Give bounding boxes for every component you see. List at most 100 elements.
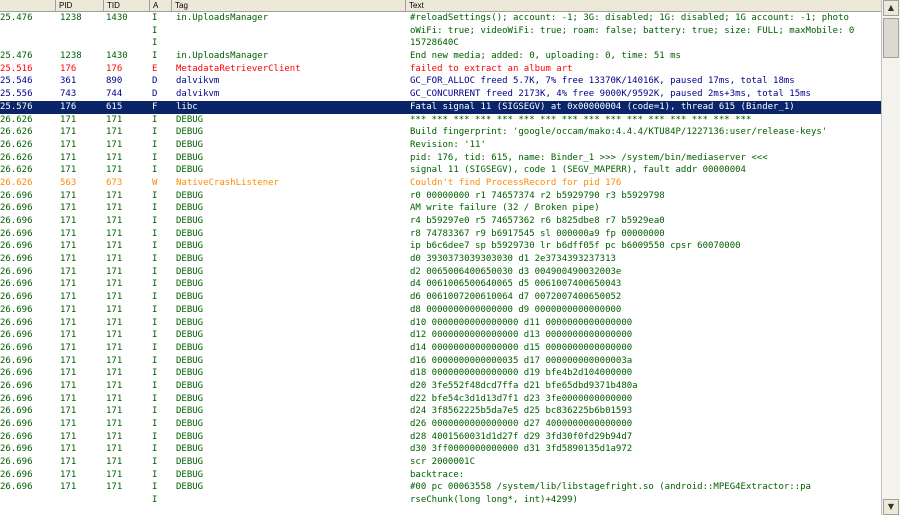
log-text: d12 0000000000000000 d13 000000000000000… [410, 330, 633, 341]
log-text: d26 0000000000000000 d27 400000000000000… [410, 419, 633, 429]
log-text: d24 3f8562225b5da7e5 d25 bc836225b6b0159… [410, 406, 633, 417]
log-pid: 171 [60, 216, 77, 226]
log-tid: 171 [106, 266, 123, 277]
table-row[interactable]: 26.626 171 171 I DEBUG signal 11 (SIGSEGV), c… [0, 164, 882, 177]
table-row[interactable]: 26.626 171 171 I DEBUG Revision: '11' [0, 139, 882, 152]
log-pid: 171 [60, 330, 77, 341]
log-pid: 171 [60, 419, 77, 429]
table-row[interactable]: 26.696 171 171 I DEBUG d16 0000000000000035 … [0, 355, 882, 368]
table-row[interactable]: 26.626 563 673 W NativeCrashListener Couldn't… [0, 177, 882, 190]
table-row[interactable]: 26.696 171 171 I DEBUG d30 3ff0000000000000 … [0, 443, 882, 456]
log-pid: 176 [60, 101, 77, 112]
log-tag: DEBUG [176, 482, 204, 493]
log-tag: DEBUG [176, 127, 204, 138]
table-row[interactable]: 26.696 171 171 I DEBUG scr 2000001C [0, 456, 882, 469]
log-time: 26.696 [0, 368, 33, 379]
log-tid: 171 [106, 355, 123, 366]
table-row[interactable]: 26.696 171 171 I DEBUG d2 0065006400650030 d… [0, 266, 882, 279]
table-row[interactable]: 26.696 171 171 I DEBUG ip b6c6dee7 sp b59297… [0, 240, 882, 253]
log-tag: DEBUG [176, 254, 204, 265]
table-row[interactable]: 26.696 171 171 I DEBUG d20 3fe552f48dcd7ffa … [0, 380, 882, 393]
log-level: I [152, 342, 158, 353]
table-row[interactable]: 26.696 171 171 I DEBUG d6 0061007200610064 d… [0, 291, 882, 304]
table-row[interactable]: 26.696 171 171 I DEBUG d8 0000000000000000 d… [0, 304, 882, 317]
table-row[interactable]: 26.696 171 171 I DEBUG d4 0061006500640065 d… [0, 278, 882, 291]
table-row[interactable]: 25.516 176 176 E MetadataRetrieverClient fail… [0, 63, 882, 76]
log-time: 26.696 [0, 317, 33, 328]
column-header-tid[interactable]: TID [104, 0, 150, 11]
table-row[interactable]: 25.546 361 890 Ddalvikvm GC_FOR_ALLOC freed … [0, 75, 882, 88]
table-row[interactable]: I 15728640C [0, 37, 882, 50]
table-row[interactable]: 25.476 1238 1430 Iin.UploadsManager End new … [0, 50, 882, 63]
column-header-time[interactable] [0, 0, 56, 11]
log-tag: DEBUG [176, 292, 204, 303]
table-row[interactable]: 26.696 171 171 I DEBUG d24 3f8562225b5da7e5 … [0, 405, 882, 418]
table-row[interactable]: 26.696 171 171 I DEBUG r4 b59297e0 r5 746573… [0, 215, 882, 228]
log-tid: 171 [106, 419, 123, 429]
scroll-down-icon[interactable]: ▼ [883, 499, 899, 515]
scroll-up-icon[interactable]: ▲ [883, 0, 899, 16]
log-text: d16 0000000000000035 d17 000000000000003… [410, 355, 633, 366]
log-level: I [152, 114, 158, 125]
log-time: 26.696 [0, 228, 33, 239]
table-row[interactable]: 26.696 171 171 I DEBUG d10 0000000000000000 … [0, 317, 882, 330]
log-level: I [152, 355, 158, 366]
table-row[interactable]: 26.696 171 171 I DEBUG d22 bfe54c3d1d13d7f1 … [0, 393, 882, 406]
log-tag: DEBUG [176, 457, 204, 468]
table-row[interactable]: 26.696 171 171 I DEBUG r8 74783367 r9 b69175… [0, 228, 882, 241]
log-tid: 171 [106, 139, 123, 150]
table-row[interactable]: 26.696 171 171 I DEBUG #00 pc 00063558 /syst… [0, 481, 882, 494]
table-row[interactable]: IrseChunk(long long*, int)+4299) [0, 494, 882, 507]
log-tid: 171 [106, 444, 123, 455]
table-row[interactable]: 25.556 743 744 Ddalvikvm GC_CONCURRENT freed… [0, 88, 882, 101]
table-row[interactable]: 26.626 171 171 I DEBUG pid: 176, tid: 615, na… [0, 152, 882, 165]
column-header-pid[interactable]: PID [56, 0, 104, 11]
log-tid: 171 [106, 279, 123, 290]
log-level: I [152, 330, 158, 341]
log-time: 26.696 [0, 292, 33, 303]
table-row[interactable]: 26.626 171 171 I DEBUG *** *** *** *** *** **… [0, 114, 882, 127]
table-row[interactable]: 25.576 176 615 Flibc Fatal signal 11 (SIGSEG… [0, 100, 882, 114]
vertical-scrollbar[interactable]: ▲ ▼ [881, 0, 900, 515]
log-time: 26.696 [0, 406, 33, 417]
log-level: I [152, 292, 158, 303]
log-tid: 171 [106, 241, 123, 252]
column-header-text[interactable]: Text [406, 0, 882, 11]
column-header-level[interactable]: A [150, 0, 172, 11]
table-row[interactable]: 26.696 171 171 I DEBUG d14 0000000000000000 … [0, 342, 882, 355]
table-row[interactable]: IoWiFi: true; videoWiFi: true; roam: fal… [0, 25, 882, 38]
log-level: F [152, 101, 158, 112]
table-row[interactable]: 26.696 171 171 I DEBUG r0 00000000 r1 746573… [0, 190, 882, 203]
log-text: *** *** *** *** *** *** *** *** *** *** … [410, 114, 752, 125]
table-row[interactable]: 26.696 171 171 I DEBUG d0 3930373039303030 d… [0, 253, 882, 266]
log-level: I [152, 406, 158, 417]
log-pid: 171 [60, 139, 77, 150]
log-text: Build fingerprint: 'google/occam/mako:4.… [410, 127, 828, 138]
scroll-thumb[interactable] [883, 18, 899, 58]
table-row[interactable]: 25.476 1238 1430 Iin.UploadsManager #reloadS… [0, 12, 882, 25]
table-row[interactable]: 26.696 171 171 I DEBUG backtrace: [0, 469, 882, 482]
log-text: 15728640C [410, 38, 459, 49]
log-tid: 171 [106, 114, 123, 125]
column-header-tag[interactable]: Tag [172, 0, 406, 11]
log-time: 25.476 [0, 13, 33, 23]
log-level: I [152, 241, 158, 252]
log-text: r4 b59297e0 r5 74657362 r6 b825dbe8 r7 b… [410, 216, 665, 226]
table-row[interactable]: 26.696 171 171 I DEBUG d12 0000000000000000 … [0, 329, 882, 342]
table-row[interactable]: 26.696 171 171 I DEBUG d28 4001560031d1d27f … [0, 431, 882, 444]
log-time: 26.696 [0, 342, 33, 353]
log-level: I [152, 431, 158, 442]
log-tag: DEBUG [176, 190, 204, 201]
table-row[interactable]: 26.696 171 171 I DEBUG AM write failure (32 /… [0, 202, 882, 215]
log-level: I [152, 380, 158, 391]
log-tag: DEBUG [176, 228, 204, 239]
table-row[interactable]: 26.626 171 171 I DEBUG Build fingerprint: 'go… [0, 126, 882, 139]
table-row[interactable]: 26.696 171 171 I DEBUG d18 0000000000000000 … [0, 367, 882, 380]
table-row[interactable]: 26.696 171 171 I DEBUG d26 0000000000000000 … [0, 418, 882, 431]
log-rows[interactable]: 25.476 1238 1430 Iin.UploadsManager #reloadS… [0, 12, 882, 515]
log-tid: 176 [106, 63, 123, 74]
log-tag: in.UploadsManager [176, 51, 269, 62]
log-tid: 171 [106, 203, 123, 214]
log-tag: DEBUG [176, 406, 204, 417]
log-pid: 361 [60, 76, 77, 87]
